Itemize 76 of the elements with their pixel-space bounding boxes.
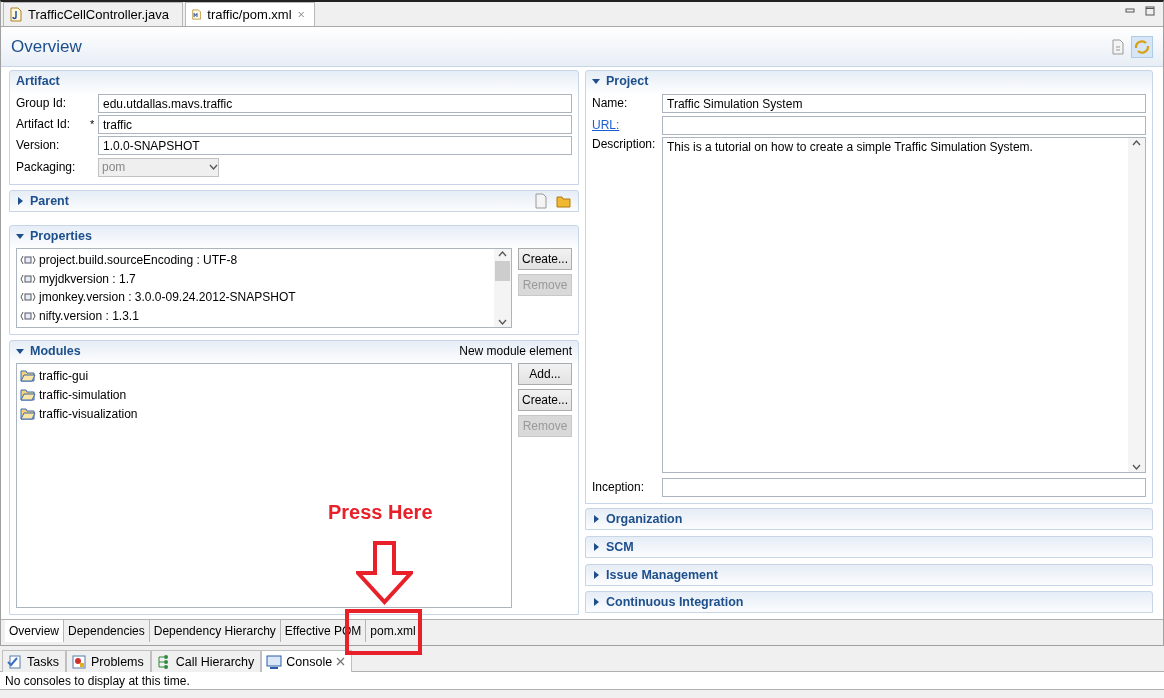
section-title: Artifact [16,74,60,88]
section-title[interactable]: Continuous Integration [606,595,744,610]
description-field[interactable]: This is a tutorial on how to create a simple Traffic Simulation System. [662,137,1146,473]
editor-tab[interactable]: TrafficCellController.java [3,2,183,26]
collapsed-icon[interactable] [592,570,600,579]
field-label: Artifact Id: [16,117,72,131]
annotation-text: Press Here [328,501,433,524]
down-arrow-icon [356,541,413,605]
tasks-icon [7,653,23,670]
module-item[interactable]: traffic-visualization [20,404,508,423]
scroll-down-icon[interactable] [1132,464,1141,470]
field-label: Version: [16,138,61,152]
section-title[interactable]: Parent [30,194,69,208]
close-icon[interactable] [336,657,346,666]
url-link[interactable]: URL: [592,118,662,132]
view-tab[interactable]: Console [261,650,353,672]
collapsed-icon[interactable] [16,197,24,205]
input-field[interactable] [662,115,1146,135]
xml-file-icon [192,7,202,22]
module-item[interactable]: traffic-gui [20,366,508,385]
page-title: Overview [11,36,82,57]
input-field[interactable]: 1.0.0-SNAPSHOT [98,135,572,155]
collapsed-icon[interactable] [592,598,600,607]
expanded-icon[interactable] [16,347,24,355]
console-icon [266,653,283,670]
section-title[interactable]: Project [606,74,649,88]
java-file-icon [10,7,22,22]
section-title[interactable]: Organization [606,512,683,526]
field-label: Inception: [592,480,646,494]
field-label: Name: [592,96,629,110]
minimize-icon[interactable] [1125,6,1135,16]
view-tab[interactable]: Problems [65,650,151,672]
maximize-icon[interactable] [1145,6,1155,16]
folder-icon[interactable] [556,194,572,208]
property-icon [20,255,36,266]
editor-tab[interactable]: traffic/pom.xml [185,2,315,26]
console-message: No consoles to display at this time. [0,672,1164,690]
collapsed-icon[interactable] [592,515,600,523]
property-icon [20,310,36,321]
input-field[interactable] [662,477,1146,497]
folder-icon [20,407,36,420]
property-item[interactable]: jmonkey.version : 3.0.0-09.24.2012-SNAPSHOT [20,288,491,307]
input-field[interactable]: traffic [98,114,572,134]
property-item[interactable]: myjdkversion : 1.7 [20,269,491,288]
field-label: Description: [592,137,657,151]
field-label: Packaging: [16,160,77,174]
scroll-down-icon[interactable] [498,319,507,325]
field-label: Group Id: [16,96,68,110]
folder-icon [20,388,36,401]
action-button[interactable]: Create... [518,248,572,270]
required-mark: * [90,118,96,130]
scroll-up-icon[interactable] [1132,140,1141,146]
view-tab[interactable]: Call Hierarchy [150,650,262,672]
module-item[interactable]: traffic-simulation [20,385,508,404]
scroll-up-icon[interactable] [498,251,507,257]
property-item[interactable]: nifty.version : 1.3.1 [20,306,491,325]
new-module-link[interactable]: New module element [459,344,572,358]
action-button[interactable]: Add... [518,363,572,385]
folder-icon [20,369,36,382]
collapsed-icon[interactable] [592,542,600,551]
page-tab[interactable]: Overview [5,620,64,642]
property-icon [20,292,36,303]
problems-icon [70,653,87,670]
input-field[interactable]: edu.utdallas.mavs.traffic [98,93,572,113]
scroll-thumb[interactable] [495,261,510,281]
view-tab[interactable]: Tasks [2,650,66,672]
property-icon [20,273,36,284]
expanded-icon[interactable] [16,232,24,240]
property-item[interactable]: project.build.sourceEncoding : UTF-8 [20,251,491,270]
action-button[interactable]: Create... [518,389,572,411]
section-title[interactable]: SCM [606,539,634,554]
section-title[interactable]: Modules [30,344,81,358]
section-title[interactable]: Properties [30,229,92,243]
section-title[interactable]: Issue Management [606,567,718,582]
expanded-icon[interactable] [592,77,600,85]
input-field[interactable]: Traffic Simulation System [662,93,1146,113]
